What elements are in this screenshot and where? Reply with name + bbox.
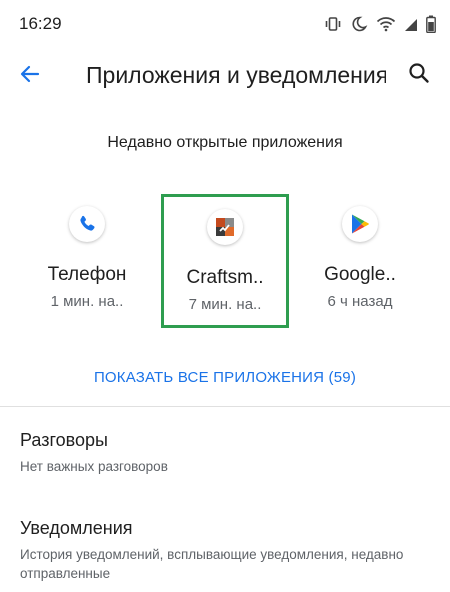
settings-item-subtitle: История уведомлений, всплывающие уведомл… bbox=[20, 547, 404, 581]
settings-item-title: Уведомления bbox=[20, 518, 133, 538]
wifi-icon bbox=[376, 15, 396, 33]
craftsman-app-icon bbox=[207, 209, 243, 245]
back-button[interactable] bbox=[14, 60, 46, 92]
search-icon bbox=[407, 61, 431, 90]
do-not-disturb-moon-icon bbox=[350, 15, 368, 33]
settings-item-notifications[interactable]: Уведомления История уведомлений, всплыва… bbox=[20, 518, 440, 583]
settings-item-title: Разговоры bbox=[20, 430, 108, 450]
app-last-used: 7 мин. на.. bbox=[188, 296, 262, 313]
recent-app-craftsman[interactable]: Craftsm.. 7 мин. на.. bbox=[161, 194, 289, 328]
app-last-used: 1 мин. на.. bbox=[50, 293, 124, 310]
search-button[interactable] bbox=[402, 58, 436, 92]
app-name: Google.. bbox=[324, 264, 396, 285]
status-time: 16:29 bbox=[19, 14, 62, 33]
status-bar: 16:29 bbox=[0, 0, 450, 48]
vibrate-icon bbox=[324, 15, 342, 33]
app-name: Телефон bbox=[47, 264, 127, 285]
arrow-back-icon bbox=[18, 62, 42, 91]
app-bar: Приложения и уведомления bbox=[0, 48, 450, 104]
page-title: Приложения и уведомления bbox=[86, 62, 386, 88]
phone-icon bbox=[69, 206, 105, 242]
app-name: Craftsm.. bbox=[186, 267, 264, 288]
show-all-apps-button[interactable]: ПОКАЗАТЬ ВСЕ ПРИЛОЖЕНИЯ (59) bbox=[0, 369, 450, 386]
recent-apps-list: Телефон 1 мин. на.. Craftsm.. 7 мин. на.… bbox=[0, 190, 450, 330]
recent-app-phone[interactable]: Телефон 1 мин. на.. bbox=[23, 190, 151, 324]
recent-app-google-play[interactable]: Google.. 6 ч назад bbox=[296, 190, 424, 324]
app-last-used: 6 ч назад bbox=[327, 293, 393, 310]
google-play-icon bbox=[342, 206, 378, 242]
battery-icon bbox=[426, 15, 436, 33]
settings-item-conversations[interactable]: Разговоры Нет важных разговоров bbox=[20, 430, 440, 476]
status-icons bbox=[324, 12, 436, 36]
signal-icon bbox=[404, 16, 418, 32]
divider bbox=[0, 406, 450, 407]
settings-item-subtitle: Нет важных разговоров bbox=[20, 459, 168, 474]
recent-apps-header: Недавно открытые приложения bbox=[107, 134, 343, 151]
